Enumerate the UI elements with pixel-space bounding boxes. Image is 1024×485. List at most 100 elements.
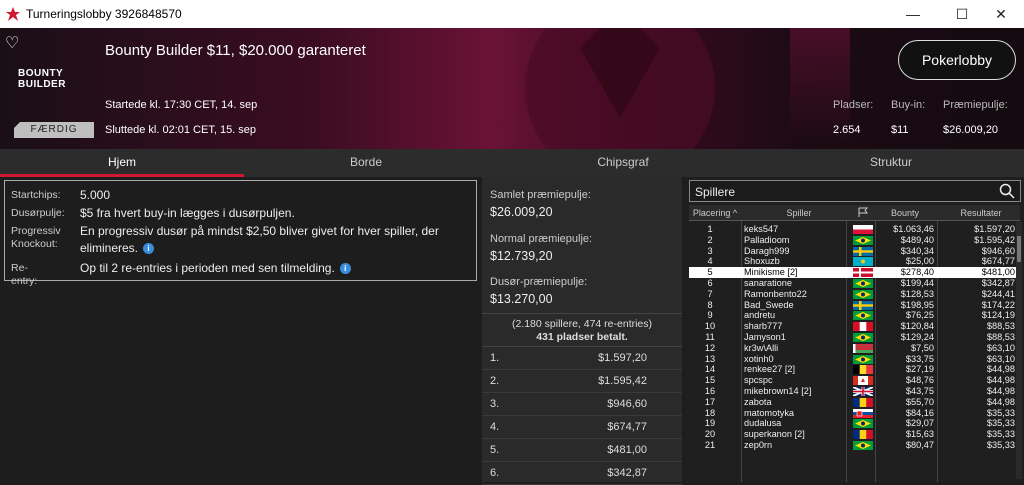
table-row[interactable]: 7 Ramonbento22 $128,53 $244,41 <box>689 289 1020 300</box>
pko-value-line2: elimineres. i <box>80 240 155 256</box>
payout-row: 4. $674,77 <box>482 416 682 439</box>
col-bounty-header[interactable]: Bounty <box>876 208 934 218</box>
player-bounty: $48,76 <box>905 375 934 386</box>
prizepool-value: $26.009,20 <box>943 124 999 136</box>
pko-info-icon[interactable]: i <box>143 243 155 254</box>
minimize-button[interactable]: — <box>890 0 936 28</box>
player-name: Shoxuzb <box>744 256 780 267</box>
pokerstars-logo-icon <box>6 7 20 21</box>
player-bounty: $128,53 <box>900 288 934 299</box>
favorite-heart-icon[interactable]: ♡ <box>5 33 19 53</box>
table-row[interactable]: 18 matomotyka $84,16 $35,33 <box>689 408 1020 419</box>
payout-amount: $481,00 <box>607 444 647 456</box>
normal-prizepool-label: Normal præmiepulje: <box>490 233 593 245</box>
payout-row: 1. $1.597,20 <box>482 347 682 370</box>
player-bounty: $199,44 <box>900 277 934 288</box>
table-row[interactable]: 10 sharb777 $120,84 $88,53 <box>689 321 1020 332</box>
player-result: $44,98 <box>986 375 1015 386</box>
table-row-selected[interactable]: 5 Minikisme [2] $278,40 $481,00 <box>689 267 1020 278</box>
player-name: Ramonbento22 <box>744 288 807 299</box>
player-place: 14 <box>704 364 716 375</box>
player-place: 3 <box>707 245 713 256</box>
players-note: (2.180 spillere, 474 re-entries) <box>511 318 653 330</box>
total-prizepool-value: $26.009,20 <box>490 205 553 219</box>
startchips-label: Startchips: <box>11 189 61 201</box>
table-row[interactable]: 13 xotinh0 $33,75 $63,10 <box>689 354 1020 365</box>
tournament-header: ♡ BOUNTY BUILDER Bounty Builder $11, $20… <box>0 28 1024 149</box>
player-place: 16 <box>704 385 716 396</box>
pko-value-line1: En progressiv dusør på mindst $2,50 bliv… <box>80 224 439 238</box>
player-search-placeholder: Spillere <box>695 185 736 199</box>
table-row[interactable]: 6 sanaratione $199,44 $342,87 <box>689 278 1020 289</box>
table-row[interactable]: 4 Shoxuzb $25,00 $674,77 <box>689 256 1020 267</box>
player-place: 11 <box>705 331 715 342</box>
player-bounty: $129,24 <box>900 331 934 342</box>
table-row[interactable]: 17 zabota $55,70 $44,98 <box>689 397 1020 408</box>
pokerlobby-button[interactable]: Pokerlobby <box>898 40 1016 80</box>
player-bounty: $489,40 <box>900 234 934 245</box>
table-row[interactable]: 12 kr3w\Alli $7,50 $63,10 <box>689 343 1020 354</box>
player-name: dudalusa <box>744 418 782 429</box>
table-row[interactable]: 3 Daragh999 $340,34 $946,60 <box>689 246 1020 257</box>
payout-amount: $1.595,42 <box>598 375 647 387</box>
startchips-value: 5.000 <box>80 188 111 202</box>
col-player-header[interactable]: Spiller <box>749 208 849 218</box>
br-flag-icon <box>853 419 873 429</box>
table-row[interactable]: 21 zep0rn $80,47 $35,33 <box>689 440 1020 451</box>
logo-line1: BOUNTY <box>18 68 64 79</box>
by-flag-icon <box>853 343 873 353</box>
player-result: $63,10 <box>986 342 1015 353</box>
player-place: 5 <box>707 267 713 278</box>
dusorpulje-label: Dusørpulje: <box>11 207 65 219</box>
col-result-header[interactable]: Resultater <box>945 208 1017 218</box>
player-result: $674,77 <box>981 256 1015 267</box>
table-row[interactable]: 11 Jamyson1 $129,24 $88,53 <box>689 332 1020 343</box>
ro-flag-icon <box>853 430 873 440</box>
bounty-builder-logo: BOUNTY BUILDER <box>18 68 66 90</box>
player-result: $35,33 <box>986 429 1015 440</box>
country-flag-column-icon[interactable] <box>854 207 872 218</box>
player-name: sanaratione <box>744 277 793 288</box>
player-name: xotinh0 <box>744 353 774 364</box>
table-row[interactable]: 20 superkanon [2] $15,63 $35,33 <box>689 429 1020 440</box>
player-name: superkanon [2] <box>744 429 805 440</box>
player-result: $946,60 <box>981 245 1015 256</box>
close-button[interactable]: ✕ <box>978 0 1024 28</box>
reentry-info-icon[interactable]: i <box>339 263 351 274</box>
pl-flag-icon <box>853 225 873 234</box>
players-scrollbar[interactable] <box>1016 222 1022 479</box>
player-name: Minikisme [2] <box>744 267 798 278</box>
player-search-input[interactable]: Spillere <box>689 180 1021 202</box>
payout-row: 5. $481,00 <box>482 439 682 462</box>
reentry-value-text: Op til 2 re-entries i perioden med sen t… <box>80 261 335 275</box>
col-place-label: Placering <box>692 208 731 218</box>
kz-flag-icon <box>853 257 873 267</box>
tab-hjem[interactable]: Hjem <box>0 149 244 177</box>
player-result: $35,33 <box>986 439 1015 450</box>
tab-borde[interactable]: Borde <box>244 149 488 177</box>
table-row[interactable]: 16 mikebrown14 [2] $43,75 $44,98 <box>689 386 1020 397</box>
tab-chipsgraf[interactable]: Chipsgraf <box>488 149 758 177</box>
payout-amount: $674,77 <box>607 421 647 433</box>
br-flag-icon <box>853 311 873 321</box>
table-row[interactable]: 15 spcspc $48,76 $44,98 <box>689 375 1020 386</box>
search-icon[interactable] <box>999 183 1015 199</box>
player-name: spcspc <box>744 375 773 386</box>
col-place-header[interactable]: Placering ^ <box>689 208 741 218</box>
br-flag-icon <box>853 278 873 288</box>
tab-struktur[interactable]: Struktur <box>758 149 1024 177</box>
players-panel: Spillere Placering ^ Spiller Bounty Resu… <box>686 177 1024 482</box>
table-row[interactable]: 1 keks547 $1.063,46 $1.597,20 <box>689 224 1020 235</box>
player-place: 12 <box>704 342 716 353</box>
scrollbar-thumb[interactable] <box>1017 236 1021 262</box>
table-row[interactable]: 19 dudalusa $29,07 $35,33 <box>689 418 1020 429</box>
table-row[interactable]: 9 andretu $76,25 $124,19 <box>689 310 1020 321</box>
player-result: $124,19 <box>981 310 1015 321</box>
player-bounty: $84,16 <box>905 407 934 418</box>
table-row[interactable]: 14 renkee27 [2] $27,19 $44,98 <box>689 364 1020 375</box>
player-result: $44,98 <box>986 364 1015 375</box>
ro-flag-icon <box>853 397 873 407</box>
table-row[interactable]: 8 Bad_Swede $198,95 $174,22 <box>689 300 1020 311</box>
table-row[interactable]: 2 Palladioom $489,40 $1.595,42 <box>689 235 1020 246</box>
player-place: 18 <box>704 407 716 418</box>
